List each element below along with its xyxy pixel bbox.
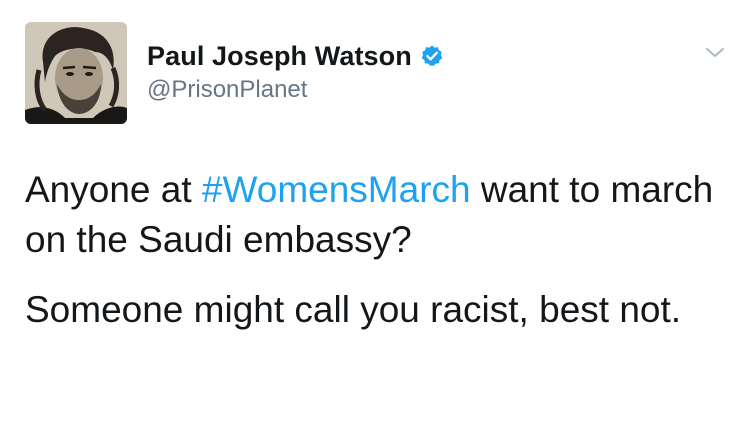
- display-name[interactable]: Paul Joseph Watson: [147, 41, 412, 72]
- user-avatar[interactable]: [25, 22, 127, 124]
- verified-badge-icon: [421, 45, 443, 66]
- avatar-image: [25, 22, 127, 124]
- author-info: Paul Joseph Watson @PrisonPlanet: [147, 38, 444, 104]
- hashtag-link[interactable]: #WomensMarch: [202, 169, 471, 210]
- user-handle[interactable]: @PrisonPlanet: [147, 76, 444, 104]
- chevron-down-icon[interactable]: [703, 44, 727, 60]
- tweet-paragraph-2: Someone might call you racist, best not.: [25, 289, 682, 330]
- tweet-card: Paul Joseph Watson @PrisonPlanet Anyone …: [0, 0, 750, 425]
- tweet-text: Anyone at #WomensMarch want to march on …: [25, 165, 715, 355]
- tweet-text-part: Anyone at: [25, 169, 202, 210]
- tweet-paragraph-1: Anyone at #WomensMarch want to march on …: [25, 165, 715, 265]
- display-name-row: Paul Joseph Watson: [147, 38, 444, 74]
